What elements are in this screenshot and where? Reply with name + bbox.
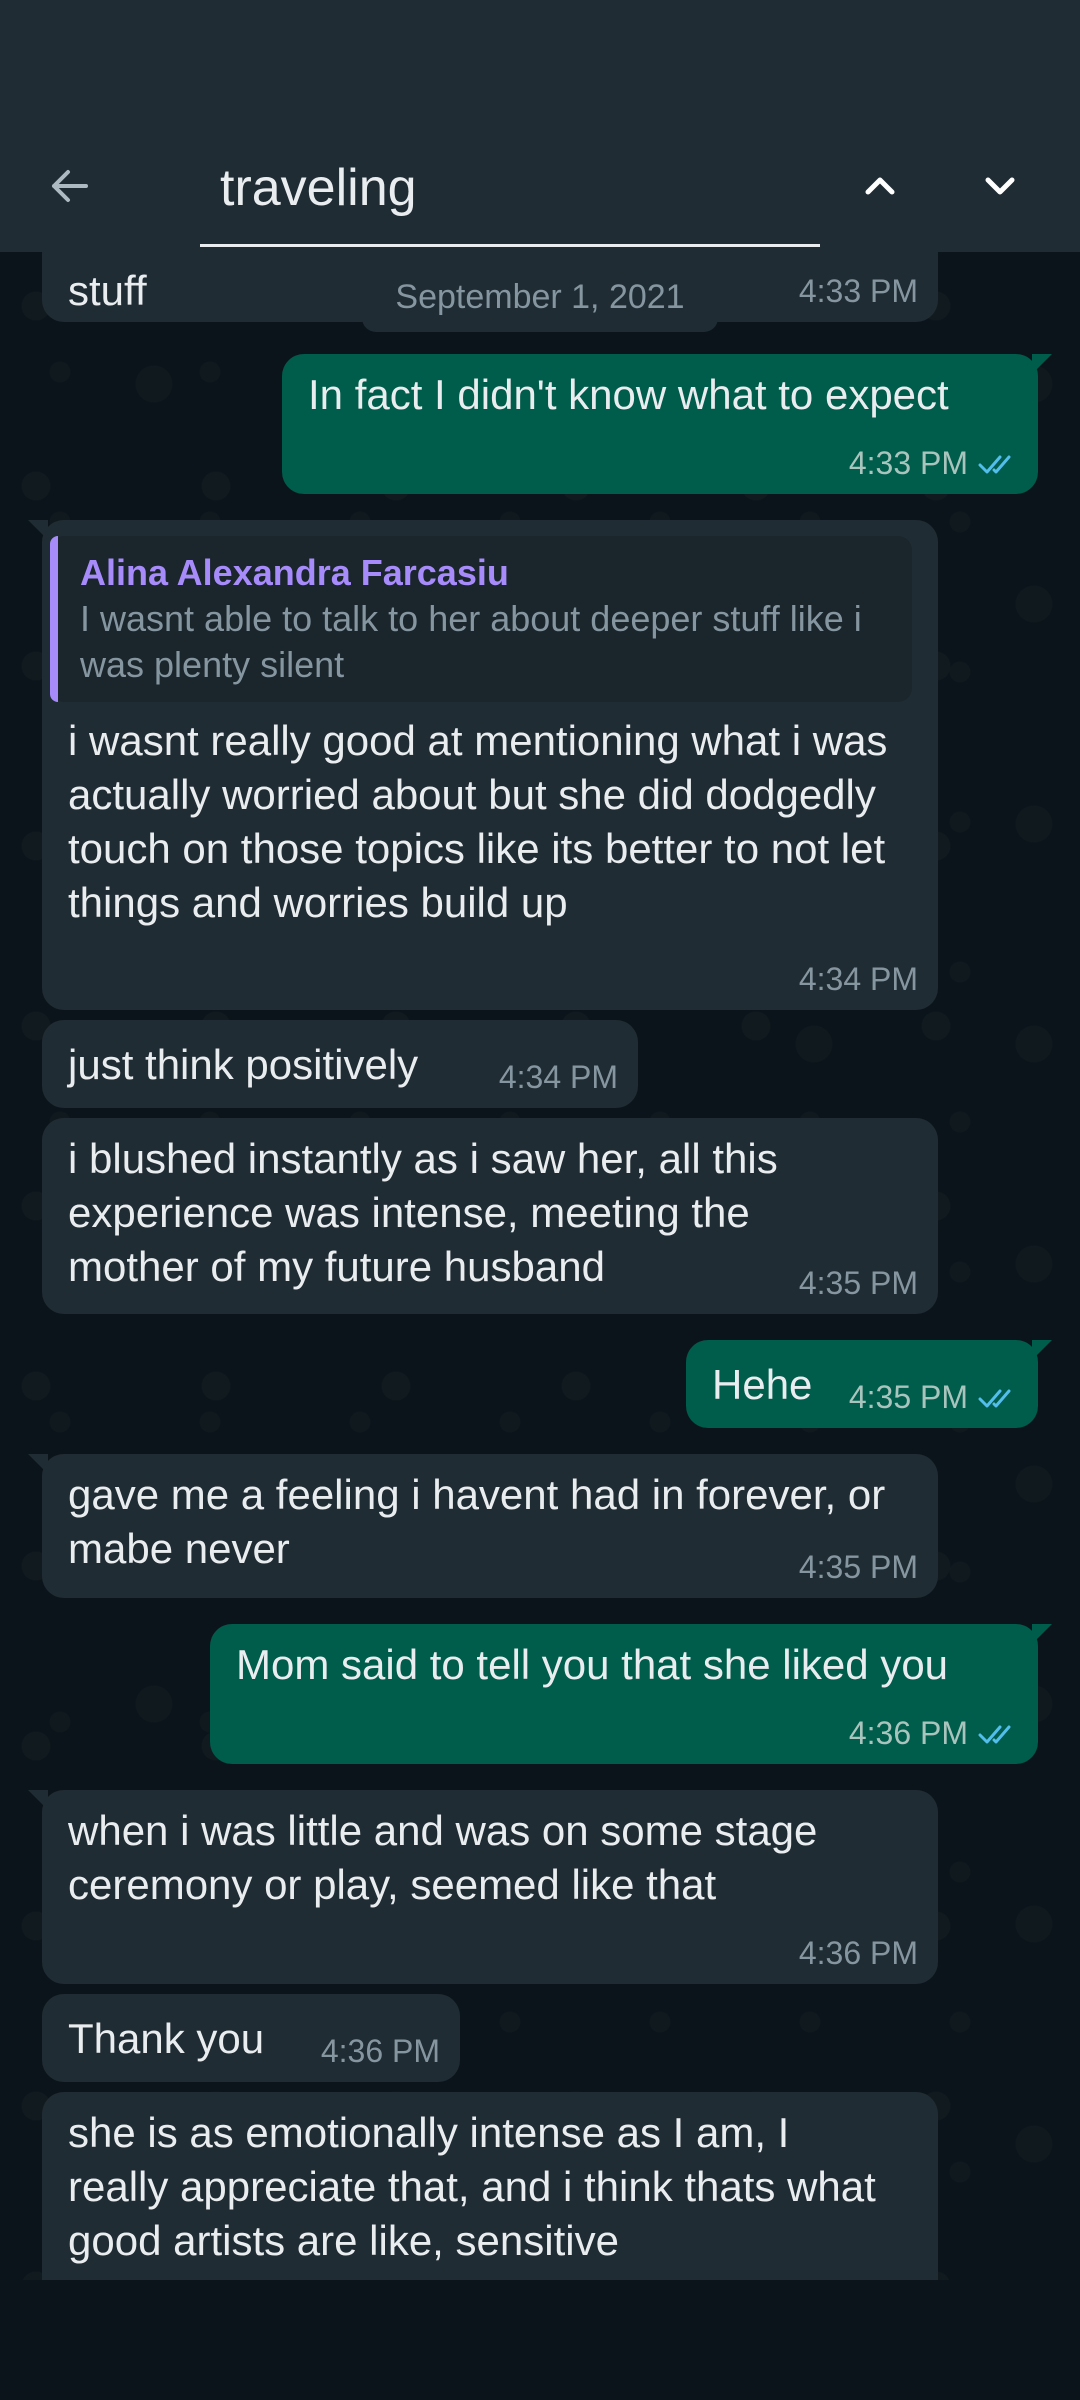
bubble-tail — [1032, 1624, 1052, 1644]
message-text: gave me a feeling i havent had in foreve… — [68, 1471, 897, 1572]
quote-accent-bar — [50, 536, 58, 702]
search-input[interactable] — [220, 158, 800, 218]
message-time: 4:36 PM — [798, 1935, 918, 1971]
date-chip: September 1, 2021 — [362, 262, 718, 332]
back-button[interactable] — [40, 156, 100, 216]
message-bubble-outgoing[interactable]: In fact I didn't know what to expect 4:3… — [282, 354, 1052, 494]
next-result-button[interactable] — [970, 156, 1030, 216]
message-text: when i was little and was on some stage … — [68, 1807, 830, 1908]
previous-result-button[interactable] — [850, 156, 910, 216]
message-text: i blushed instantly as i saw her, all th… — [68, 1135, 790, 1290]
message-time: 4:36 PM — [320, 2033, 440, 2069]
message-bubble-incoming[interactable]: she is as emotionally intense as I am, I… — [42, 2092, 938, 2280]
quoted-message[interactable]: Alina Alexandra Farcasiu I wasnt able to… — [50, 536, 912, 702]
double-check-read-icon — [978, 455, 1011, 473]
bubble-tail — [1032, 354, 1052, 374]
message-bubble-incoming[interactable]: i blushed instantly as i saw her, all th… — [42, 1118, 938, 1314]
chevron-up-icon — [865, 177, 895, 195]
message-time: 4:34 PM — [798, 961, 918, 997]
message-text: Mom said to tell you that she liked you — [236, 1641, 949, 1688]
message-time: 4:35 PM — [798, 1549, 918, 1585]
bottom-area — [0, 2280, 1080, 2400]
message-time: 4:36 PM — [848, 1715, 968, 1751]
message-bubble-incoming[interactable]: when i was little and was on some stage … — [28, 1790, 938, 1984]
quote-author: Alina Alexandra Farcasiu — [80, 552, 509, 593]
double-check-read-icon — [978, 1389, 1011, 1407]
message-text: i wasnt really good at mentioning what i… — [68, 717, 900, 926]
message-time: 4:33 PM — [848, 445, 968, 481]
bubble-tail — [28, 1454, 48, 1474]
quote-text: I wasnt able to talk to her about deeper… — [80, 598, 862, 685]
status-bar — [0, 0, 1080, 120]
bubble-tail — [1032, 1340, 1052, 1360]
search-field — [200, 140, 820, 247]
message-bubble-outgoing[interactable]: Mom said to tell you that she liked you … — [210, 1624, 1052, 1764]
search-bar — [0, 120, 1080, 252]
message-time: 4:34 PM — [498, 1059, 618, 1095]
arrow-left-icon — [52, 170, 88, 202]
message-text: In fact I didn't know what to expect — [308, 371, 949, 418]
message-time: 4:33 PM — [798, 273, 918, 309]
message-bubble-incoming[interactable]: Thank you 4:36 PM — [42, 1994, 460, 2082]
bubble-tail — [28, 1790, 48, 1810]
message-text: she is as emotionally intense as I am, I… — [68, 2109, 888, 2264]
message-bubble-incoming[interactable]: gave me a feeling i havent had in foreve… — [28, 1454, 938, 1598]
message-time: 4:35 PM — [798, 1265, 918, 1301]
message-bubble-outgoing[interactable]: Hehe 4:35 PM — [686, 1340, 1052, 1428]
double-check-read-icon — [978, 1725, 1011, 1743]
message-bubble-incoming[interactable]: just think positively 4:34 PM — [42, 1020, 638, 1108]
chevron-down-icon — [985, 177, 1015, 195]
message-bubble-incoming[interactable]: Alina Alexandra Farcasiu I wasnt able to… — [28, 520, 938, 1010]
chat-area[interactable]: stuff 4:33 PM September 1, 2021 In fact … — [0, 252, 1080, 2280]
message-time: 4:35 PM — [848, 1379, 968, 1415]
bubble-tail — [28, 520, 48, 540]
